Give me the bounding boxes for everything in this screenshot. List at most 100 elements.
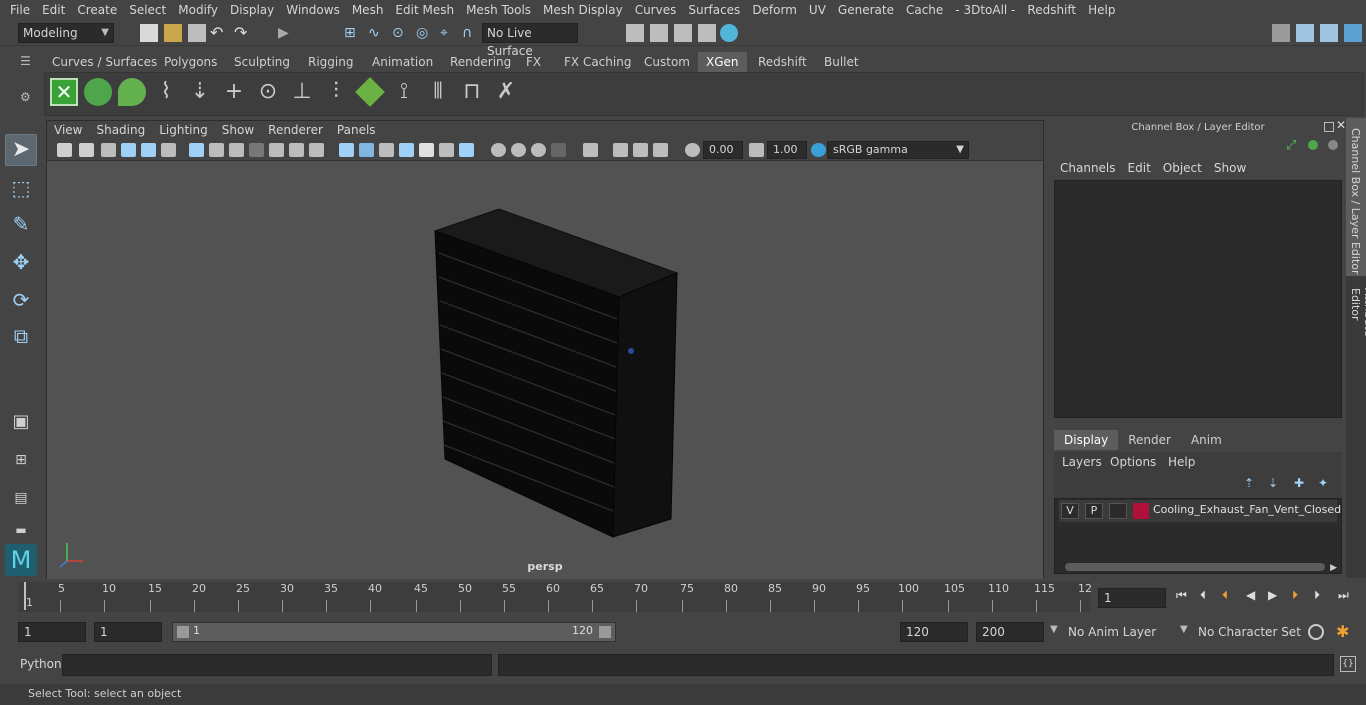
- xray-joints-icon[interactable]: [613, 143, 628, 157]
- range-end-handle[interactable]: [599, 626, 611, 638]
- start-time-field[interactable]: 1: [18, 622, 86, 642]
- snap-view-icon[interactable]: ◎: [416, 24, 434, 42]
- color-space-dropdown[interactable]: sRGB gamma ▼: [827, 141, 969, 159]
- chevron-down-icon[interactable]: ▼: [1050, 624, 1058, 635]
- layer-tab-display[interactable]: Display: [1054, 430, 1119, 450]
- menu-windows[interactable]: Windows: [280, 0, 346, 20]
- ipr-render-icon[interactable]: [650, 24, 668, 42]
- two-d-pan-icon[interactable]: [141, 143, 156, 157]
- character-set-dropdown[interactable]: No Character Set: [1198, 622, 1304, 642]
- resolution-gate-icon[interactable]: [229, 143, 244, 157]
- menu-create[interactable]: Create: [71, 0, 123, 20]
- channel-menu-object[interactable]: Object: [1157, 158, 1208, 178]
- textured-icon[interactable]: [399, 143, 414, 157]
- shelf-tab-fx[interactable]: FX: [518, 52, 549, 72]
- anti-aliasing-icon[interactable]: [531, 143, 546, 157]
- current-time-marker[interactable]: [24, 582, 26, 610]
- outliner-pane-icon[interactable]: ▤: [5, 482, 37, 514]
- menu-curves[interactable]: Curves: [629, 0, 683, 20]
- layer-menu-help[interactable]: Help: [1168, 455, 1195, 469]
- menu-display[interactable]: Display: [224, 0, 280, 20]
- isolate-select-icon[interactable]: [583, 143, 598, 157]
- menu-3dtoall[interactable]: - 3DtoAll -: [949, 0, 1021, 20]
- toggle-attribute-editor-icon[interactable]: [1320, 24, 1338, 42]
- shadows-icon[interactable]: [459, 143, 474, 157]
- menu-select[interactable]: Select: [123, 0, 172, 20]
- ambient-occlusion-icon[interactable]: [491, 143, 506, 157]
- viewport-scene[interactable]: persp: [47, 161, 1043, 579]
- gamma-field[interactable]: 1.00: [767, 141, 807, 159]
- live-surface-field[interactable]: No Live Surface: [482, 23, 578, 58]
- snap-point-icon[interactable]: ⊙: [392, 24, 410, 42]
- new-layer-selected-icon[interactable]: ✦: [1318, 476, 1328, 490]
- gamma-icon[interactable]: [749, 143, 764, 157]
- current-frame-field[interactable]: 1: [1098, 588, 1166, 608]
- viewport-menu-show[interactable]: Show: [215, 121, 261, 139]
- hypershade-icon[interactable]: [698, 24, 716, 42]
- select-tool-icon[interactable]: ➤: [5, 134, 37, 166]
- layer-tab-anim[interactable]: Anim: [1181, 430, 1232, 450]
- wireframe-on-shaded-icon[interactable]: [379, 143, 394, 157]
- xgen-add-icon[interactable]: +: [220, 78, 248, 106]
- image-plane-icon[interactable]: [121, 143, 136, 157]
- gate-mask-icon[interactable]: [249, 143, 264, 157]
- single-pane-icon[interactable]: ▣: [5, 406, 37, 438]
- frame-selection-icon[interactable]: [653, 143, 668, 157]
- xgen-rebuild-icon[interactable]: ⟟: [390, 78, 418, 106]
- layer-visibility-toggle[interactable]: V: [1061, 503, 1079, 519]
- magnet-icon[interactable]: ∩: [462, 24, 480, 42]
- auto-key-icon[interactable]: [1308, 624, 1324, 640]
- command-language-label[interactable]: Python: [20, 657, 62, 671]
- shelf-tab-fx-caching[interactable]: FX Caching: [556, 52, 639, 72]
- menu-edit[interactable]: Edit: [36, 0, 71, 20]
- render-settings-icon[interactable]: [674, 24, 692, 42]
- menu-mesh-tools[interactable]: Mesh Tools: [460, 0, 537, 20]
- animation-preferences-icon[interactable]: ✱: [1336, 622, 1349, 641]
- side-tab-channel-box[interactable]: Channel Box / Layer Editor: [1346, 118, 1366, 276]
- shelf-settings-icon[interactable]: ⚙: [20, 90, 38, 108]
- menu-modify[interactable]: Modify: [172, 0, 224, 20]
- menu-mesh[interactable]: Mesh: [346, 0, 390, 20]
- step-forward-icon[interactable]: ⏵: [1314, 588, 1328, 602]
- layer-tab-render[interactable]: Render: [1118, 430, 1181, 450]
- new-scene-icon[interactable]: [140, 24, 158, 42]
- paint-select-tool-icon[interactable]: ✎: [5, 208, 37, 240]
- grease-pencil-icon[interactable]: [161, 143, 176, 157]
- undo-icon[interactable]: ↶: [210, 24, 228, 42]
- smooth-shade-icon[interactable]: [359, 143, 374, 157]
- shelf-tab-redshift[interactable]: Redshift: [750, 52, 815, 72]
- lasso-tool-icon[interactable]: ⬚: [5, 172, 37, 204]
- xgen-comb-icon[interactable]: ⇣: [186, 78, 214, 106]
- open-scene-icon[interactable]: [164, 24, 182, 42]
- side-tab-attribute-editor[interactable]: Attribute Editor: [1346, 282, 1366, 372]
- new-layer-icon[interactable]: ✚: [1294, 476, 1304, 490]
- move-layer-down-icon[interactable]: ⇣: [1268, 476, 1278, 490]
- xray-active-icon[interactable]: [633, 143, 648, 157]
- field-chart-icon[interactable]: [269, 143, 284, 157]
- workspace-icon[interactable]: [1272, 24, 1290, 42]
- xgen-groom-icon[interactable]: ⫴: [424, 78, 452, 106]
- layer-list-scrollbar[interactable]: [1065, 563, 1325, 571]
- menu-edit-mesh[interactable]: Edit Mesh: [389, 0, 460, 20]
- menu-uv[interactable]: UV: [803, 0, 832, 20]
- arrow-right-icon[interactable]: ▶: [278, 24, 296, 42]
- camera-attributes-icon[interactable]: [79, 143, 94, 157]
- shelf-tab-bullet[interactable]: Bullet: [816, 52, 867, 72]
- four-pane-icon[interactable]: ⊞: [5, 444, 37, 476]
- shelf-tab-custom[interactable]: Custom: [636, 52, 698, 72]
- save-scene-icon[interactable]: [188, 24, 206, 42]
- shelf-tab-polygons[interactable]: Polygons: [156, 52, 225, 72]
- rotate-tool-icon[interactable]: ⟳: [5, 284, 37, 316]
- play-backward-icon[interactable]: ◀: [1246, 588, 1260, 602]
- xgen-preview-icon[interactable]: [84, 78, 112, 106]
- menu-help[interactable]: Help: [1082, 0, 1121, 20]
- range-slider[interactable]: 1 120: [172, 622, 616, 642]
- layer-menu-options[interactable]: Options: [1110, 455, 1156, 469]
- channel-menu-channels[interactable]: Channels: [1054, 158, 1122, 178]
- redo-icon[interactable]: ↷: [234, 24, 252, 42]
- step-back-icon[interactable]: ⏴: [1200, 588, 1214, 602]
- range-start-handle[interactable]: [177, 626, 189, 638]
- playback-end-field[interactable]: 120: [900, 622, 968, 642]
- viewport-menu-shading[interactable]: Shading: [89, 121, 152, 139]
- layer-color-swatch[interactable]: [1133, 503, 1149, 519]
